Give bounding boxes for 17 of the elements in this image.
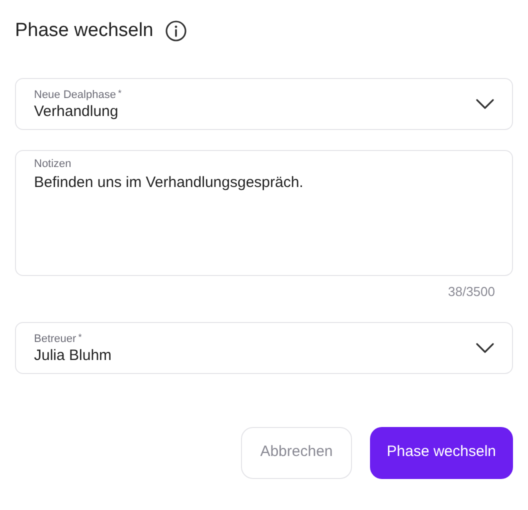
submit-button[interactable]: Phase wechseln: [370, 426, 513, 478]
field-value: Befinden uns im Verhandlungsgespräch.: [34, 173, 304, 193]
notes-field[interactable]: Notizen Befinden uns im Verhandlungsgespräch.: [15, 150, 513, 276]
dialog-title: Phase wechseln: [15, 18, 154, 43]
field-label: Neue Dealphase: [34, 88, 116, 102]
field-value: Julia Bluhm: [34, 346, 112, 366]
chevron-down-icon: [476, 342, 494, 352]
required-mark: *: [78, 332, 82, 342]
field-label: Betreuer: [34, 332, 76, 346]
field-label: Notizen: [34, 157, 72, 171]
chevron-down-icon: [476, 99, 494, 109]
required-mark: *: [118, 88, 122, 98]
select-field[interactable]: Neue Dealphase * Verhandlung: [15, 78, 513, 130]
info-icon[interactable]: [165, 20, 188, 42]
character-counter: 38/3500: [448, 283, 495, 301]
field-value: Verhandlung: [34, 102, 120, 122]
select-field[interactable]: Betreuer * Julia Bluhm: [15, 322, 513, 374]
